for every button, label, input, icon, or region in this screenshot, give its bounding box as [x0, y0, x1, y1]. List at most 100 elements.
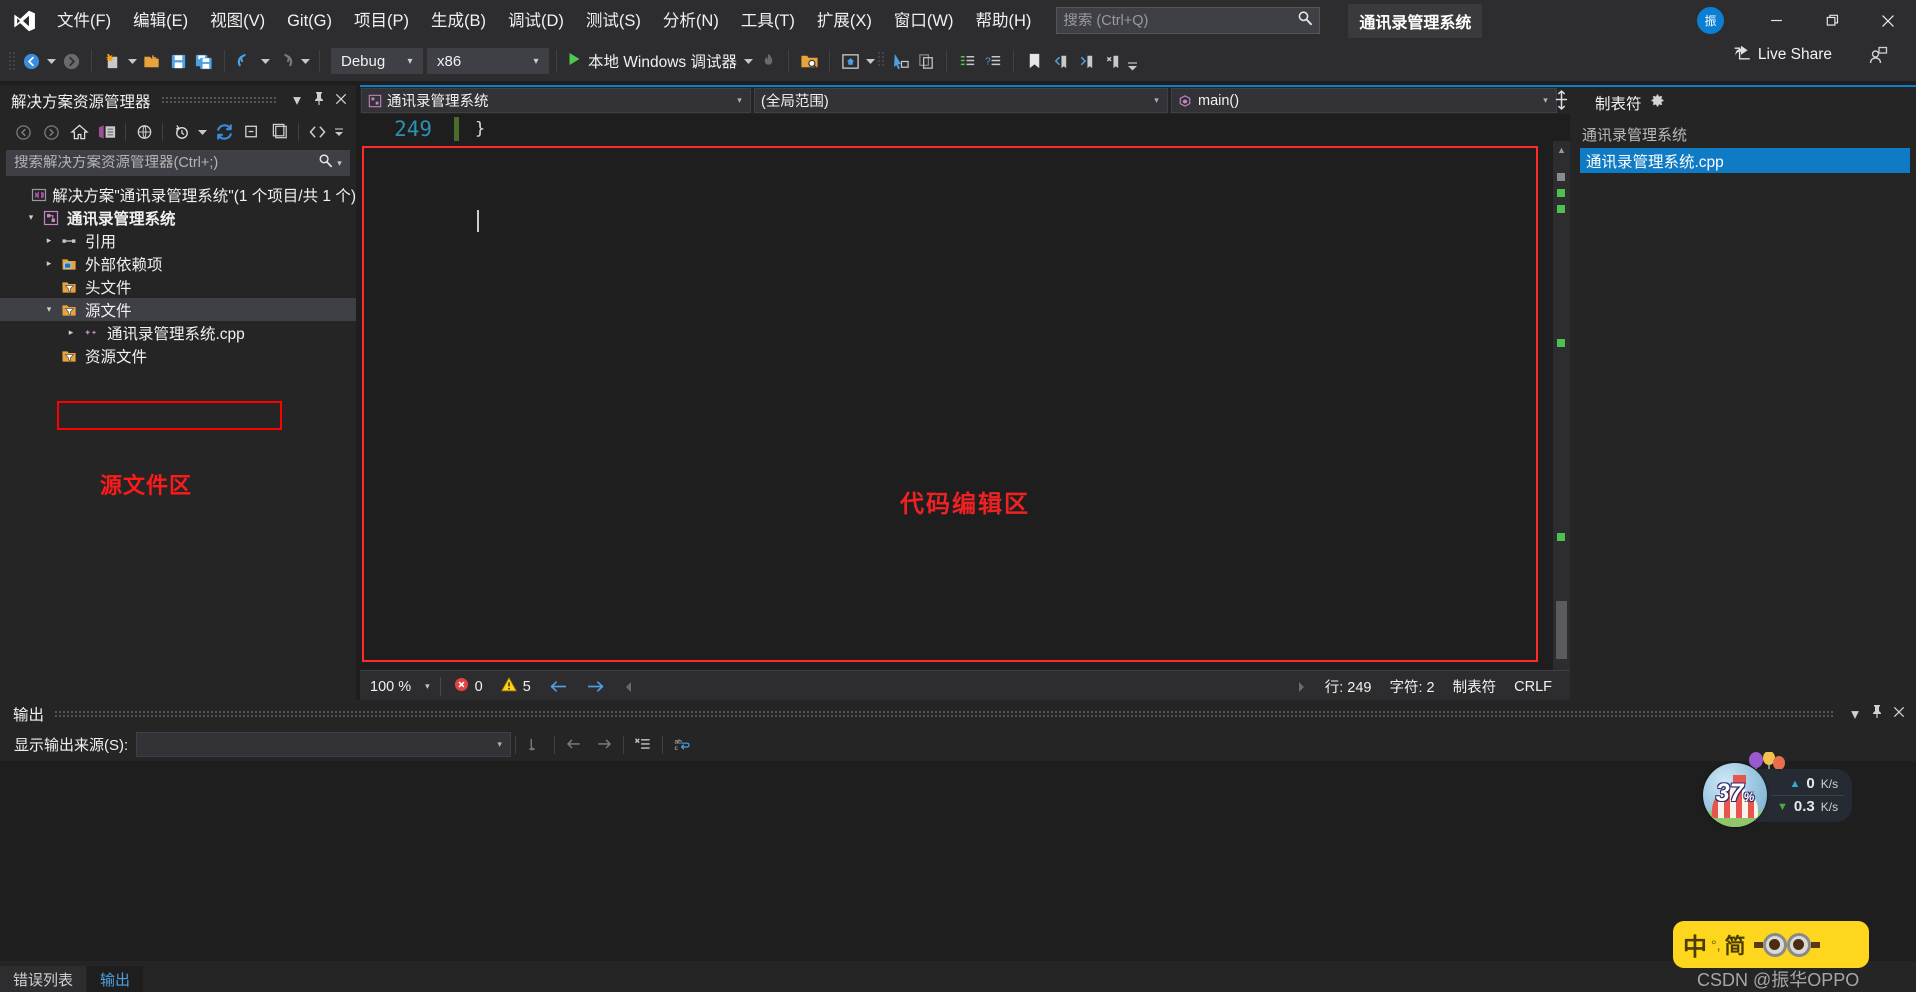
menu-debug[interactable]: 调试(D) [497, 6, 575, 36]
navigate-forward-icon[interactable] [58, 47, 84, 75]
menu-edit[interactable]: 编辑(E) [122, 6, 199, 36]
drag-dots[interactable] [54, 709, 1834, 719]
menu-tools[interactable]: 工具(T) [730, 6, 806, 36]
drag-dots[interactable] [160, 96, 276, 105]
scroll-thumb[interactable] [1556, 601, 1567, 659]
output-text-area[interactable] [0, 761, 1916, 961]
twisty-collapsed-icon[interactable]: ▸ [40, 235, 58, 246]
start-debugging-button[interactable]: 本地 Windows 调试器 [564, 50, 741, 72]
chevron-down-icon[interactable]: ▾ [286, 91, 308, 110]
twisty-expanded-icon[interactable]: ▾ [22, 212, 40, 223]
tree-node-external-dependencies[interactable]: ▸ 外部依赖项 [0, 252, 356, 275]
search-options-dropdown-icon[interactable]: ▾ [333, 158, 346, 169]
line-ending-indicator[interactable]: CRLF [1505, 679, 1570, 695]
ime-status-bar[interactable]: 中 °, 简 [1673, 921, 1869, 968]
collapse-left-icon[interactable] [614, 681, 643, 693]
solution-search-box[interactable]: ▾ [6, 150, 350, 176]
menu-test[interactable]: 测试(S) [575, 6, 652, 36]
panel-splitter-handle[interactable] [1552, 85, 1570, 115]
tree-node-resource-files[interactable]: 资源文件 [0, 344, 356, 367]
select-element-icon[interactable] [887, 47, 913, 75]
menu-help[interactable]: 帮助(H) [964, 6, 1042, 36]
toggle-bookmark-icon[interactable] [1021, 47, 1047, 75]
back-icon[interactable] [9, 119, 37, 145]
restore-icon[interactable] [1804, 0, 1860, 41]
go-to-message-icon[interactable] [520, 732, 550, 757]
scroll-up-icon[interactable]: ▲ [1553, 141, 1570, 158]
forward-icon[interactable] [37, 119, 65, 145]
properties-icon[interactable] [266, 119, 294, 145]
undo-icon[interactable] [232, 47, 258, 75]
tab-panel-file-item[interactable]: 通讯录管理系统.cpp [1580, 148, 1910, 173]
menu-analyze[interactable]: 分析(N) [652, 6, 730, 36]
next-bookmark-icon[interactable] [1073, 47, 1099, 75]
ime-script-label[interactable]: 简 [1725, 930, 1746, 960]
chevron-down-icon[interactable] [195, 119, 210, 145]
tab-output[interactable]: 输出 [87, 966, 144, 992]
solution-configuration-dropdown[interactable]: Debug ▾ [331, 48, 423, 74]
format-list-icon[interactable] [954, 47, 980, 75]
show-all-files-icon[interactable] [130, 119, 158, 145]
feedback-person-icon[interactable] [1868, 46, 1888, 71]
ime-punctuation-label[interactable]: °, [1711, 937, 1721, 953]
live-preview-icon[interactable] [837, 47, 863, 75]
menu-file[interactable]: 文件(F) [46, 6, 122, 36]
network-speed-widget[interactable]: 37% ▲ 0 K/s ▼ 0.3 K/s [1703, 763, 1853, 827]
close-icon[interactable] [330, 92, 352, 110]
toggle-word-wrap-icon[interactable]: ab c [667, 732, 697, 757]
menu-project[interactable]: 项目(P) [343, 6, 420, 36]
pending-changes-icon[interactable] [167, 119, 195, 145]
close-icon[interactable] [1860, 0, 1916, 41]
solution-search-input[interactable] [14, 155, 318, 171]
clear-bookmarks-icon[interactable] [1099, 47, 1125, 75]
collapse-all-icon[interactable] [238, 119, 266, 145]
next-issue-button[interactable] [577, 679, 614, 694]
user-avatar[interactable]: 振 [1697, 7, 1724, 34]
toolbar-grip[interactable] [8, 50, 18, 72]
warning-count[interactable]: 5 [492, 677, 540, 696]
menu-window[interactable]: 窗口(W) [883, 6, 965, 36]
zoom-level-dropdown[interactable]: 100 % ▾ [360, 679, 436, 695]
caret-line-indicator[interactable]: 行: 249 [1316, 676, 1381, 697]
hot-reload-icon[interactable] [755, 47, 781, 75]
next-message-icon[interactable] [589, 732, 619, 757]
error-count[interactable]: 0 [445, 677, 492, 696]
save-icon[interactable] [165, 47, 191, 75]
expand-right-icon[interactable] [1287, 681, 1316, 693]
ime-mode-label[interactable]: 中 [1683, 927, 1707, 962]
tab-error-list[interactable]: 错误列表 [0, 966, 87, 992]
chevron-down-icon[interactable]: ▾ [1844, 705, 1866, 724]
tree-node-project[interactable]: ▾ 通讯录管理系统 [0, 206, 356, 229]
global-search-box[interactable] [1056, 7, 1321, 34]
new-project-dropdown-icon[interactable] [125, 47, 139, 75]
menu-build[interactable]: 生成(B) [420, 6, 497, 36]
help-list-icon[interactable]: ? [980, 47, 1006, 75]
search-folder-icon[interactable] [796, 47, 822, 75]
undo-dropdown-icon[interactable] [258, 47, 272, 75]
pin-icon[interactable] [308, 91, 330, 111]
code-editor-pane[interactable]: 249 } 代码编辑区 ▲ ▼ [360, 114, 1570, 670]
copy-element-icon[interactable] [913, 47, 939, 75]
menu-git[interactable]: Git(G) [276, 6, 343, 36]
cpu-usage-ball-icon[interactable]: 37% [1703, 763, 1767, 827]
navigate-backward-icon[interactable] [18, 47, 44, 75]
twisty-expanded-icon[interactable]: ▾ [40, 304, 58, 315]
previous-bookmark-icon[interactable] [1047, 47, 1073, 75]
live-preview-dropdown-icon[interactable] [863, 47, 877, 75]
save-all-icon[interactable] [191, 47, 217, 75]
refresh-icon[interactable] [210, 119, 238, 145]
view-code-icon[interactable] [303, 119, 331, 145]
twisty-collapsed-icon[interactable]: ▸ [40, 258, 58, 269]
toolbar-grip-2[interactable] [877, 50, 887, 72]
toolbar-overflow-icon[interactable] [1125, 47, 1139, 75]
prev-issue-button[interactable] [540, 679, 577, 694]
twisty-collapsed-icon[interactable]: ▸ [62, 327, 80, 338]
caret-column-indicator[interactable]: 字符: 2 [1381, 676, 1444, 697]
solution-view-icon[interactable] [93, 119, 121, 145]
new-project-icon[interactable] [99, 47, 125, 75]
tree-node-header-files[interactable]: 头文件 [0, 275, 356, 298]
global-search-input[interactable] [1063, 12, 1298, 29]
editor-vertical-scrollbar[interactable]: ▲ ▼ [1553, 141, 1570, 670]
nav-member-dropdown[interactable]: main() ▾ [1171, 88, 1557, 113]
live-share-button[interactable]: Live Share [1733, 44, 1832, 66]
